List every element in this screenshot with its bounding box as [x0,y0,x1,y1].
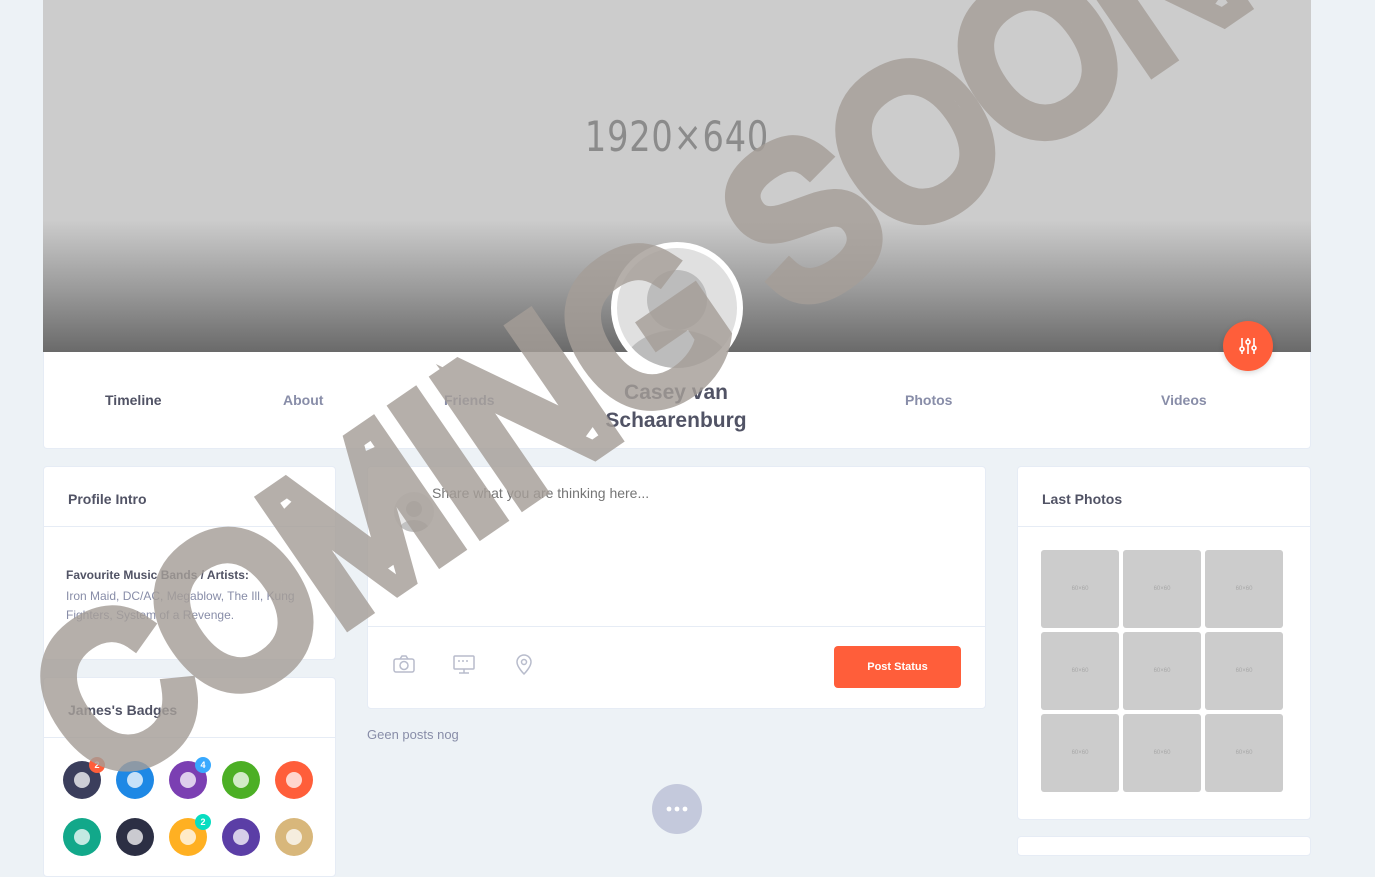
smiley-badge-icon [180,772,196,788]
badge-count: 4 [195,757,211,773]
tab-friends[interactable]: Friends [444,392,495,408]
photo-thumbnail[interactable]: 60×60 [1205,550,1283,628]
photo-thumbnail[interactable]: 60×60 [1123,714,1201,792]
add-media-button[interactable] [452,652,478,676]
badges-card: James's Badges 2 4 2 [43,677,336,877]
pencil-badge-icon [233,772,249,788]
tab-about[interactable]: About [283,392,323,408]
user-placeholder-icon [398,501,430,532]
more-dots-icon [666,806,688,812]
document-badge-icon [74,829,90,845]
status-input[interactable] [430,483,954,577]
load-more-button[interactable] [652,784,702,834]
add-photo-button[interactable] [392,652,418,676]
next-card [1017,836,1311,856]
divider [44,737,335,738]
photo-thumbnail[interactable]: 60×60 [1041,550,1119,628]
photo-thumbnail[interactable]: 60×60 [1041,714,1119,792]
intro-field-label: Favourite Music Bands / Artists: [66,568,249,582]
card-title: Profile Intro [68,491,147,507]
photo-thumbnail[interactable]: 60×60 [1205,632,1283,710]
badge[interactable]: 4 [169,757,211,799]
divider [44,526,335,527]
card-title: Last Photos [1042,491,1123,507]
cover-placeholder-label: 1920×640 [584,112,770,161]
empty-feed-message: Geen posts nog [367,727,459,742]
tab-videos[interactable]: Videos [1161,392,1207,408]
badge[interactable] [275,761,313,799]
photo-thumbnail[interactable]: 60×60 [1123,632,1201,710]
badge[interactable]: 2 [63,757,105,799]
location-pin-icon [516,654,532,676]
photo-thumbnail[interactable]: 60×60 [1205,714,1283,792]
badge[interactable]: 2 [169,814,211,856]
divider [368,626,985,627]
user-placeholder-icon [623,270,731,368]
badge[interactable] [116,818,154,856]
divider [1018,526,1310,527]
face-badge-icon [286,772,302,788]
last-photos-card: Last Photos 60×60 60×60 60×60 60×60 60×60 60×… [1017,466,1311,820]
composer-avatar [394,492,434,532]
badge[interactable] [222,761,260,799]
photo-thumbnail[interactable]: 60×60 [1041,632,1119,710]
lightning-badge-icon [74,772,90,788]
post-status-button[interactable]: Post Status [834,646,961,688]
monitor-icon [453,655,475,674]
camera-icon [393,655,415,673]
settings-button[interactable] [1223,321,1273,371]
sliders-icon [1239,338,1257,354]
camera-badge-icon [127,772,143,788]
badge[interactable] [116,761,154,799]
profile-intro-card: Profile Intro Favourite Music Bands / Ar… [43,466,336,660]
profile-name[interactable]: Casey van Schaarenburg [596,379,756,435]
card-title: James's Badges [68,702,178,718]
coffee-badge-icon [286,829,302,845]
vinyl-badge-icon [127,829,143,845]
tab-photos[interactable]: Photos [905,392,952,408]
badge-count: 2 [89,757,105,773]
intro-field-value: Iron Maid, DC/AC, Megablow, The Ill, Kun… [66,589,295,622]
add-location-button[interactable] [512,652,538,676]
badge[interactable] [63,818,101,856]
badge[interactable] [275,818,313,856]
tab-timeline[interactable]: Timeline [105,392,162,408]
badge-count: 2 [195,814,211,830]
avatar[interactable] [611,242,743,374]
photo-thumbnail[interactable]: 60×60 [1123,550,1201,628]
badge[interactable] [222,818,260,856]
calendar-badge-icon [180,829,196,845]
rocket-badge-icon [233,829,249,845]
